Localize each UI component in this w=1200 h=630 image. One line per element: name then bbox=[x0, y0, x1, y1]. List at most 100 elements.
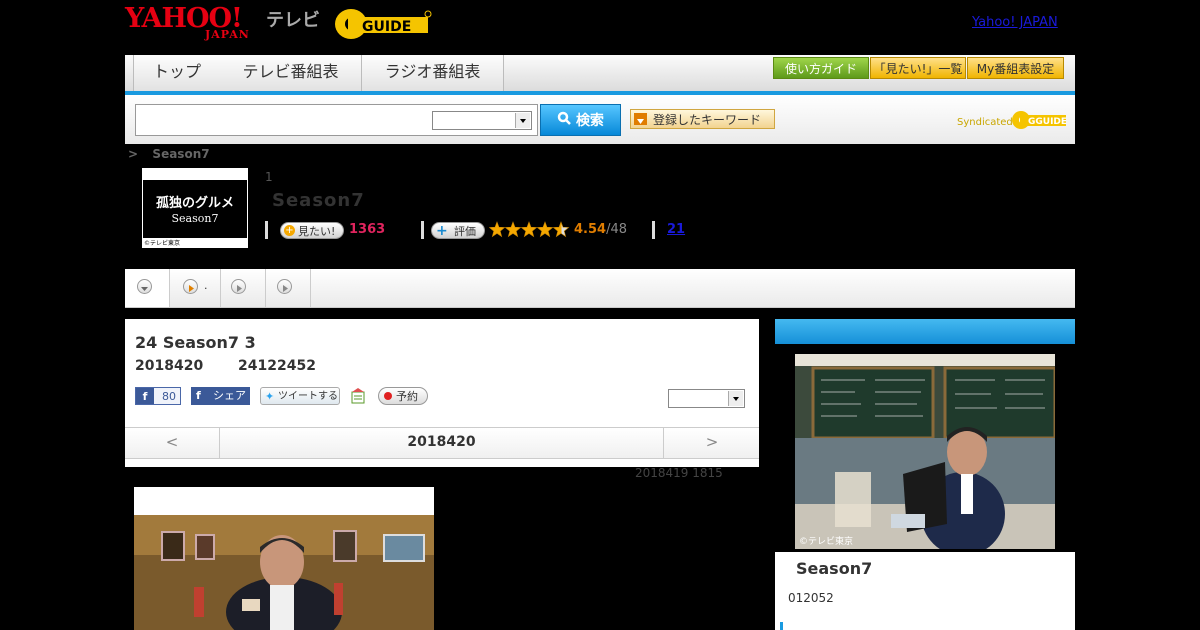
star-icon bbox=[504, 221, 522, 238]
star-icon bbox=[520, 221, 538, 238]
yahoo-japan-logo[interactable]: YAHOO! JAPAN bbox=[125, 4, 265, 44]
search-bar: 検索 登録したキーワード Syndicated GGUIDE bbox=[125, 95, 1075, 144]
guide-button[interactable]: 使い方ガイド bbox=[773, 57, 869, 79]
divider bbox=[265, 221, 268, 239]
divider bbox=[421, 221, 424, 239]
tweet-button[interactable]: ✦ ツイートする bbox=[260, 387, 340, 405]
facebook-share-label: シェア bbox=[213, 389, 246, 402]
reserve-label: 予約 bbox=[396, 390, 418, 403]
record-icon bbox=[384, 392, 392, 400]
episode-time: 24122452 bbox=[238, 358, 316, 374]
video-still bbox=[134, 487, 434, 630]
play-icon bbox=[231, 279, 246, 294]
rating-stars bbox=[489, 221, 570, 238]
main-nav: トップ テレビ番組表 ラジオ番組表 使い方ガイド 「見たい!」一覧 My番組表設… bbox=[125, 55, 1075, 95]
subnav-item-1[interactable] bbox=[125, 269, 170, 307]
program-thumbnail[interactable]: 孤独のグルメ Season7 ©テレビ東京 bbox=[142, 168, 248, 248]
rating-value: 4.54 bbox=[574, 222, 607, 237]
episode-select[interactable] bbox=[668, 389, 745, 408]
star-icon bbox=[536, 221, 554, 238]
rate-button[interactable]: + 評価 bbox=[431, 222, 485, 239]
wishlist-button[interactable]: 「見たい!」一覧 bbox=[870, 57, 966, 79]
episode-heading: 24 Season7 3 bbox=[135, 333, 256, 352]
breadcrumb: > Season7 bbox=[128, 147, 210, 161]
gguide-small-mark: GGUIDE bbox=[1012, 111, 1067, 129]
subnav-item-2[interactable]: . bbox=[170, 269, 221, 307]
tab-top[interactable]: トップ bbox=[133, 55, 221, 91]
side-program-image[interactable]: ©テレビ東京 bbox=[795, 354, 1055, 549]
side-panel: ©テレビ東京 Season7 012052 bbox=[775, 319, 1075, 630]
program-key-visual: ©テレビ東京 bbox=[795, 354, 1055, 549]
twitter-bird-icon: ✦ bbox=[265, 390, 275, 403]
yahoo-logo-sub: JAPAN bbox=[205, 28, 250, 41]
breadcrumb-current: Season7 bbox=[152, 147, 210, 161]
yahoo-japan-link[interactable]: Yahoo! JAPAN bbox=[972, 15, 1058, 30]
play-icon bbox=[183, 279, 198, 294]
side-panel-header bbox=[775, 319, 1075, 344]
chevron-down-icon bbox=[515, 113, 530, 128]
divider bbox=[652, 221, 655, 239]
tweet-label: ツイートする bbox=[278, 391, 338, 402]
svg-text:GUIDE: GUIDE bbox=[362, 19, 411, 35]
breadcrumb-separator: > bbox=[128, 147, 139, 161]
tab-radio-schedule[interactable]: ラジオ番組表 bbox=[362, 55, 504, 91]
side-image-credit: ©テレビ東京 bbox=[799, 535, 853, 547]
tv-label: テレビ bbox=[266, 10, 320, 31]
my-schedule-button[interactable]: My番組表設定 bbox=[967, 57, 1064, 79]
side-title: Season7 bbox=[796, 559, 873, 578]
gguide-logo[interactable]: GUIDE bbox=[334, 6, 434, 40]
bookmark-icon bbox=[351, 388, 365, 404]
saved-keywords-label: 登録したキーワード bbox=[653, 113, 762, 127]
syndicated-label: Syndicated bbox=[957, 117, 1013, 128]
side-info: 012052 bbox=[788, 591, 834, 605]
thumb-copyright: ©テレビ東京 bbox=[144, 240, 181, 247]
saved-keywords-button[interactable]: 登録したキーワード bbox=[630, 109, 775, 129]
plus-icon: + bbox=[436, 223, 448, 239]
current-date: 2018420 bbox=[407, 434, 476, 450]
syndicated-logo-text: GGUIDE bbox=[1028, 117, 1067, 127]
reserve-button[interactable]: 予約 bbox=[378, 387, 428, 405]
subnav-item-3[interactable] bbox=[221, 269, 266, 307]
rating-count: /48 bbox=[606, 222, 627, 237]
rate-label: 評価 bbox=[454, 225, 476, 238]
syndicated-gguide-logo: Syndicated GGUIDE bbox=[957, 105, 1067, 135]
facebook-like-button[interactable]: f 80 bbox=[135, 387, 181, 405]
chevron-down-icon bbox=[728, 391, 743, 406]
tab-tv-schedule-label: テレビ番組表 bbox=[242, 62, 339, 81]
program-thumbnail-art: 孤独のグルメ Season7 bbox=[143, 180, 247, 238]
facebook-icon: f bbox=[136, 388, 154, 404]
facebook-like-count: 80 bbox=[162, 390, 176, 403]
play-icon bbox=[277, 279, 292, 294]
want-label: 見たい! bbox=[298, 225, 336, 238]
search-button[interactable]: 検索 bbox=[540, 104, 621, 136]
thumb-title: 孤独のグルメ bbox=[155, 196, 234, 211]
date-navigation: < 2018420 > bbox=[125, 427, 759, 459]
review-link[interactable]: 21 bbox=[667, 222, 685, 237]
updated-timestamp: 2018419 1815 bbox=[635, 466, 723, 480]
star-icon bbox=[489, 221, 506, 238]
episode-number: 1 bbox=[265, 170, 273, 184]
tab-top-label: トップ bbox=[152, 62, 201, 81]
subnav-item-2-label: . bbox=[204, 279, 208, 292]
side-marker bbox=[780, 622, 783, 630]
facebook-share-button[interactable]: f シェア bbox=[191, 387, 250, 405]
program-title: Season7 bbox=[272, 190, 365, 211]
subnav-item-4[interactable] bbox=[266, 269, 311, 307]
prev-date-button[interactable]: < bbox=[125, 428, 220, 458]
chevron-down-icon bbox=[137, 279, 152, 294]
episode-video[interactable] bbox=[134, 487, 434, 630]
tab-radio-schedule-label: ラジオ番組表 bbox=[384, 62, 481, 81]
program-subnav: . bbox=[125, 269, 1075, 308]
next-date-button[interactable]: > bbox=[663, 428, 760, 458]
want-to-watch-button[interactable]: + 見たい! bbox=[280, 222, 344, 239]
search-button-label: 検索 bbox=[575, 113, 604, 129]
arrow-down-icon bbox=[634, 113, 647, 125]
tab-tv-schedule[interactable]: テレビ番組表 bbox=[220, 55, 362, 91]
facebook-icon: f bbox=[196, 389, 201, 402]
search-category-select[interactable] bbox=[432, 111, 532, 130]
gguide-logo-mark: GUIDE bbox=[335, 9, 432, 39]
search-icon bbox=[557, 105, 571, 137]
episode-date: 2018420 bbox=[135, 358, 204, 374]
bookmark-button[interactable] bbox=[350, 387, 368, 405]
thumb-subtitle: Season7 bbox=[171, 212, 219, 225]
